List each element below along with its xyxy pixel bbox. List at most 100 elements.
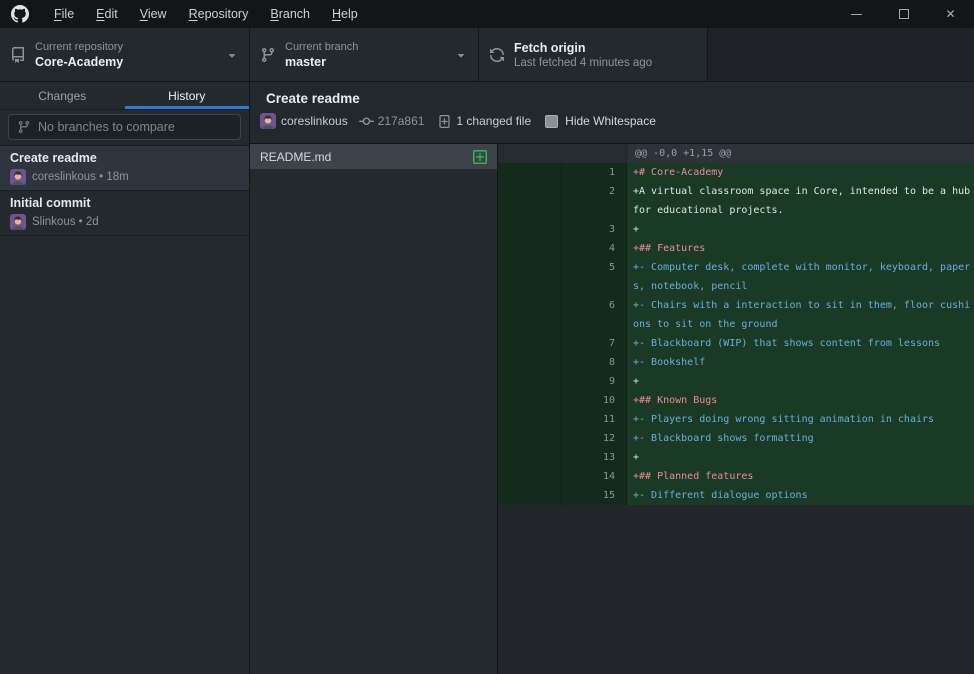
diff-gutter-old (498, 410, 562, 429)
branch-filter-input[interactable]: No branches to compare (8, 114, 241, 140)
diff-added-line: 10 +## Known Bugs (498, 391, 974, 410)
diff-line-text: +- Blackboard shows formatting (627, 429, 974, 448)
avatar (10, 214, 26, 230)
hide-whitespace-checkbox[interactable] (545, 115, 558, 128)
commit-row[interactable]: Initial commit Slinkous • 2d (0, 191, 249, 236)
commit-title: Initial commit (10, 196, 239, 210)
current-branch-value: master (285, 55, 358, 69)
toolbar-spacer (708, 28, 974, 81)
diff-gutter-old (498, 296, 562, 334)
diff-gutter-old (498, 182, 562, 220)
menu-edit[interactable]: Edit (85, 0, 129, 28)
current-repository-button[interactable]: Current repository Core-Academy (0, 28, 250, 81)
diff-line-number: 1 (562, 163, 627, 182)
diff-line-number: 2 (562, 182, 627, 220)
diff-added-line: 13 + (498, 448, 974, 467)
menu-help[interactable]: Help (321, 0, 369, 28)
close-button[interactable]: ✕ (927, 0, 974, 28)
menu-view[interactable]: View (129, 0, 178, 28)
branch-filter-placeholder: No branches to compare (38, 120, 175, 134)
diff-added-icon (472, 149, 488, 165)
tab-changes[interactable]: Changes (0, 82, 125, 109)
changed-file-icon (437, 114, 452, 129)
titlebar: File Edit View Repository Branch Help ✕ (0, 0, 974, 28)
diff-line-number: 14 (562, 467, 627, 486)
diff-line-text: +- Computer desk, complete with monitor,… (627, 258, 974, 296)
diff-line-number: 15 (562, 486, 627, 505)
diff-gutter-old (498, 239, 562, 258)
current-repository-value: Core-Academy (35, 55, 123, 69)
maximize-button[interactable] (880, 0, 927, 28)
diff-line-number: 12 (562, 429, 627, 448)
diff-added-line: 15 +- Different dialogue options (498, 486, 974, 505)
tab-history[interactable]: History (125, 82, 250, 109)
toolbar: Current repository Core-Academy Current … (0, 28, 974, 82)
menu-repository[interactable]: Repository (178, 0, 260, 28)
diff-line-number: 13 (562, 448, 627, 467)
window-controls: ✕ (833, 0, 974, 28)
github-logo-icon (11, 5, 29, 23)
diff-gutter-old (498, 163, 562, 182)
diff-lines: 1 +# Core-Academy 2 +A virtual classroom… (498, 163, 974, 505)
commit-sha[interactable]: 217a861 (378, 114, 425, 128)
fetch-origin-subtitle: Last fetched 4 minutes ago (514, 57, 652, 69)
diff-added-line: 4 +## Features (498, 239, 974, 258)
diff-line-number: 5 (562, 258, 627, 296)
diff-hunk-gutter (498, 144, 628, 163)
file-row-readme[interactable]: README.md (250, 144, 497, 169)
diff-added-line: 7 +- Blackboard (WIP) that shows content… (498, 334, 974, 353)
diff-line-number: 11 (562, 410, 627, 429)
commit-summary-title: Create readme (266, 91, 958, 106)
diff-gutter-old (498, 372, 562, 391)
repo-icon (10, 47, 26, 63)
commit-author-time: Slinkous • 2d (32, 216, 99, 228)
git-commit-icon (359, 114, 374, 129)
changed-files-count: 1 changed file (456, 114, 531, 128)
diff-gutter-old (498, 334, 562, 353)
commit-title: Create readme (10, 151, 239, 165)
sidebar: Changes History No branches to compare C… (0, 82, 250, 674)
diff-gutter-old (498, 467, 562, 486)
github-desktop-window: File Edit View Repository Branch Help ✕ … (0, 0, 974, 674)
sync-icon (489, 47, 505, 63)
diff-added-line: 1 +# Core-Academy (498, 163, 974, 182)
file-name: README.md (260, 150, 331, 164)
menu-file[interactable]: File (43, 0, 85, 28)
sidebar-tabs: Changes History (0, 82, 249, 110)
diff-line-number: 9 (562, 372, 627, 391)
fetch-origin-title: Fetch origin (514, 41, 652, 55)
diff-line-number: 4 (562, 239, 627, 258)
diff-line-number: 10 (562, 391, 627, 410)
fetch-origin-button[interactable]: Fetch origin Last fetched 4 minutes ago (479, 28, 708, 81)
minimize-button[interactable] (833, 0, 880, 28)
diff-line-text: +- Chairs with a interaction to sit in t… (627, 296, 974, 334)
diff-line-text: +## Features (627, 239, 974, 258)
avatar (260, 113, 276, 129)
current-repository-label: Current repository (35, 41, 123, 53)
commit-summary-header: Create readme coreslinkous 217a861 1 cha… (250, 82, 974, 144)
diff-line-text: +A virtual classroom space in Core, inte… (627, 182, 974, 220)
current-branch-button[interactable]: Current branch master (250, 28, 479, 81)
commit-meta-row: coreslinkous 217a861 1 changed file Hide… (260, 113, 958, 129)
diff-line-text: + (627, 372, 974, 391)
diff-line-text: +- Different dialogue options (627, 486, 974, 505)
diff-gutter-old (498, 429, 562, 448)
close-icon: ✕ (945, 8, 955, 20)
diff-line-number: 3 (562, 220, 627, 239)
diff-hunk-text: @@ -0,0 +1,15 @@ (628, 144, 974, 163)
diff-gutter-old (498, 391, 562, 410)
chevron-down-icon (454, 48, 468, 62)
diff-added-line: 12 +- Blackboard shows formatting (498, 429, 974, 448)
avatar (10, 169, 26, 185)
diff-line-text: +## Planned features (627, 467, 974, 486)
diff-gutter-old (498, 486, 562, 505)
diff-added-line: 11 +- Players doing wrong sitting animat… (498, 410, 974, 429)
hide-whitespace-label: Hide Whitespace (565, 114, 656, 128)
commit-list: Create readme coreslinkous • 18m Initial… (0, 146, 249, 674)
maximize-icon (899, 9, 909, 19)
commit-row[interactable]: Create readme coreslinkous • 18m (0, 146, 249, 191)
git-branch-icon (260, 47, 276, 63)
diff-line-text: +- Players doing wrong sitting animation… (627, 410, 974, 429)
menu-branch[interactable]: Branch (259, 0, 321, 28)
diff-added-line: 14 +## Planned features (498, 467, 974, 486)
